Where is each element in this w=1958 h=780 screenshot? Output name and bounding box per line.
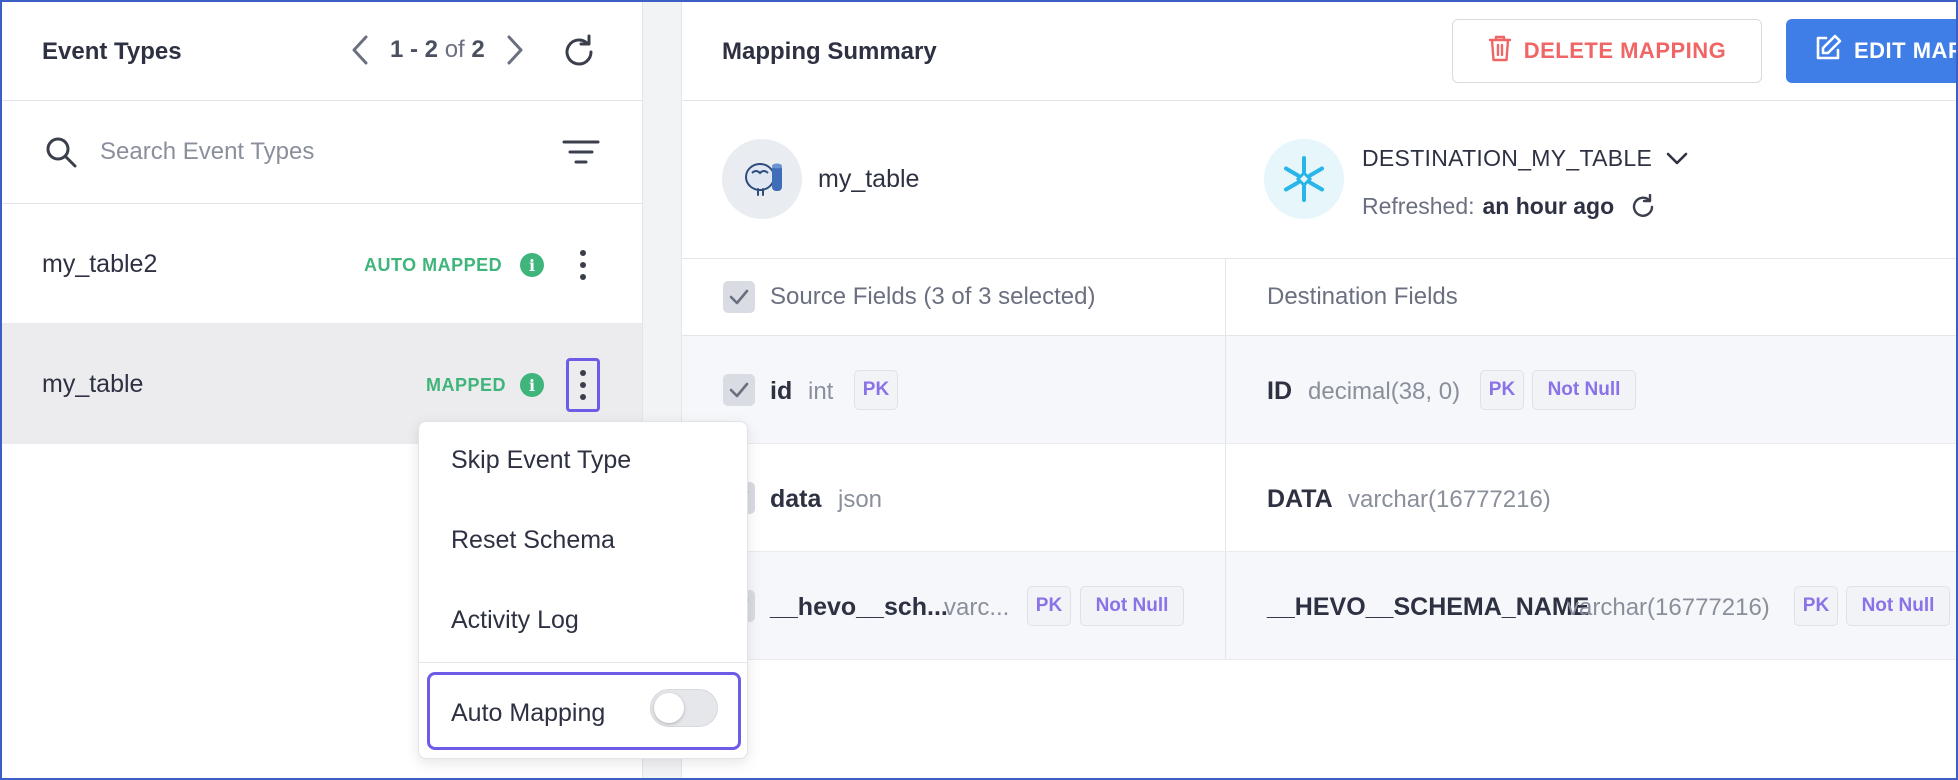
column-divider [1225,336,1226,443]
app-frame: Event Types 1 - 2 of 2 Search Event Type… [0,0,1958,780]
refresh-schema-icon[interactable] [1630,193,1656,220]
destination-field-type: varchar(16777216) [1348,486,1551,513]
menu-divider [419,662,747,663]
toggle-knob [654,693,684,723]
source-field-type: varc... [944,594,1010,621]
pager-range: 1 - 2 [390,36,439,63]
source-field-name: id [770,377,793,405]
destination-field-name: __HEVO__SCHEMA_NAME [1267,593,1590,621]
info-icon[interactable]: i [520,253,544,277]
source-field-type: json [838,486,883,513]
pk-tag: PK [1027,586,1071,626]
destination-field-name: DATA [1267,485,1333,513]
refresh-icon[interactable] [557,30,601,74]
refreshed-value: an hour ago [1482,193,1615,219]
event-types-title: Event Types [42,38,182,65]
mapping-summary-title: Mapping Summary [722,38,937,65]
pager: 1 - 2 of 2 [342,32,533,68]
field-checkbox[interactable] [723,374,755,406]
search-icon [44,135,80,171]
event-type-context-menu: Skip Event Type Reset Schema Activity Lo… [418,421,748,759]
refreshed-status: Refreshed: an hour ago [1362,193,1656,220]
auto-mapping-label: Auto Mapping [451,699,606,727]
not-null-tag: Not Null [1080,586,1184,626]
event-types-header: Event Types 1 - 2 of 2 [2,2,642,101]
mapping-info: my_table DESTINATION_MY_TABLE Refreshed:… [682,101,1956,259]
chevron-down-icon [1666,145,1688,172]
source-field-type: int [808,378,834,405]
pk-tag: PK [854,370,898,410]
event-type-name: my_table [42,370,144,398]
column-divider [1225,552,1226,659]
event-type-name: my_table2 [42,250,158,278]
pager-total: 2 [471,36,485,63]
source-field-name: data [770,485,822,513]
trash-icon [1488,34,1512,68]
destination-table-name: DESTINATION_MY_TABLE [1362,145,1653,171]
table-header: Source Fields (3 of 3 selected) Destinat… [682,259,1956,336]
pager-of: of [444,36,465,63]
refreshed-label: Refreshed: [1362,193,1475,219]
source-field-name: __hevo__sch... [770,593,948,621]
source-table-name: my_table [818,165,920,193]
select-all-checkbox[interactable] [723,281,755,313]
destination-field-name: ID [1267,377,1292,405]
menu-item-auto-mapping[interactable]: Auto Mapping [427,672,741,750]
destination-field-type: varchar(16777216) [1567,594,1770,621]
table-row: id int PK ID decimal(38, 0) PK Not Null [682,336,1956,444]
menu-item-activity-log[interactable]: Activity Log [451,606,579,635]
mapping-summary-panel: Mapping Summary DELETE MAPPING EDIT MAPP… [682,2,1956,778]
info-icon[interactable]: i [520,373,544,397]
auto-mapping-toggle[interactable] [650,689,718,727]
more-options-icon[interactable] [566,358,600,412]
table-row: data json DATA varchar(16777216) [682,444,1956,552]
postgres-icon [722,139,802,219]
pk-tag: PK [1480,370,1524,410]
status-badge: AUTO MAPPED [364,255,503,275]
status-badge: MAPPED [426,375,507,395]
more-options-icon[interactable] [566,238,600,292]
search-input[interactable] [100,131,520,173]
destination-table-selector[interactable]: DESTINATION_MY_TABLE [1362,145,1688,172]
edit-icon [1814,34,1842,68]
edit-mapping-label: EDIT MAPPING [1854,38,1956,63]
table-row: __hevo__sch... varc... PK Not Null __HEV… [682,552,1956,660]
search-row [2,101,642,204]
event-type-item-my-table2[interactable]: my_table2 AUTO MAPPED i [2,204,642,324]
menu-item-reset-schema[interactable]: Reset Schema [451,526,615,555]
destination-fields-header: Destination Fields [1267,283,1458,310]
next-page-icon[interactable] [497,32,533,68]
menu-item-skip-event-type[interactable]: Skip Event Type [451,446,631,475]
field-mapping-table: Source Fields (3 of 3 selected) Destinat… [682,259,1956,660]
not-null-tag: Not Null [1532,370,1636,410]
source-fields-header: Source Fields (3 of 3 selected) [770,283,1096,310]
not-null-tag: Not Null [1846,586,1950,626]
prev-page-icon[interactable] [342,32,378,68]
column-divider [1225,444,1226,551]
delete-mapping-button[interactable]: DELETE MAPPING [1452,19,1762,83]
filter-icon[interactable] [562,139,600,170]
pk-tag: PK [1794,586,1838,626]
snowflake-icon [1264,139,1344,219]
delete-mapping-label: DELETE MAPPING [1523,38,1727,63]
column-divider [1225,259,1226,335]
edit-mapping-button[interactable]: EDIT MAPPING [1786,19,1956,83]
pager-text: 1 - 2 of 2 [390,36,485,64]
destination-field-type: decimal(38, 0) [1308,378,1461,405]
mapping-summary-header: Mapping Summary DELETE MAPPING EDIT MAPP… [682,2,1956,101]
